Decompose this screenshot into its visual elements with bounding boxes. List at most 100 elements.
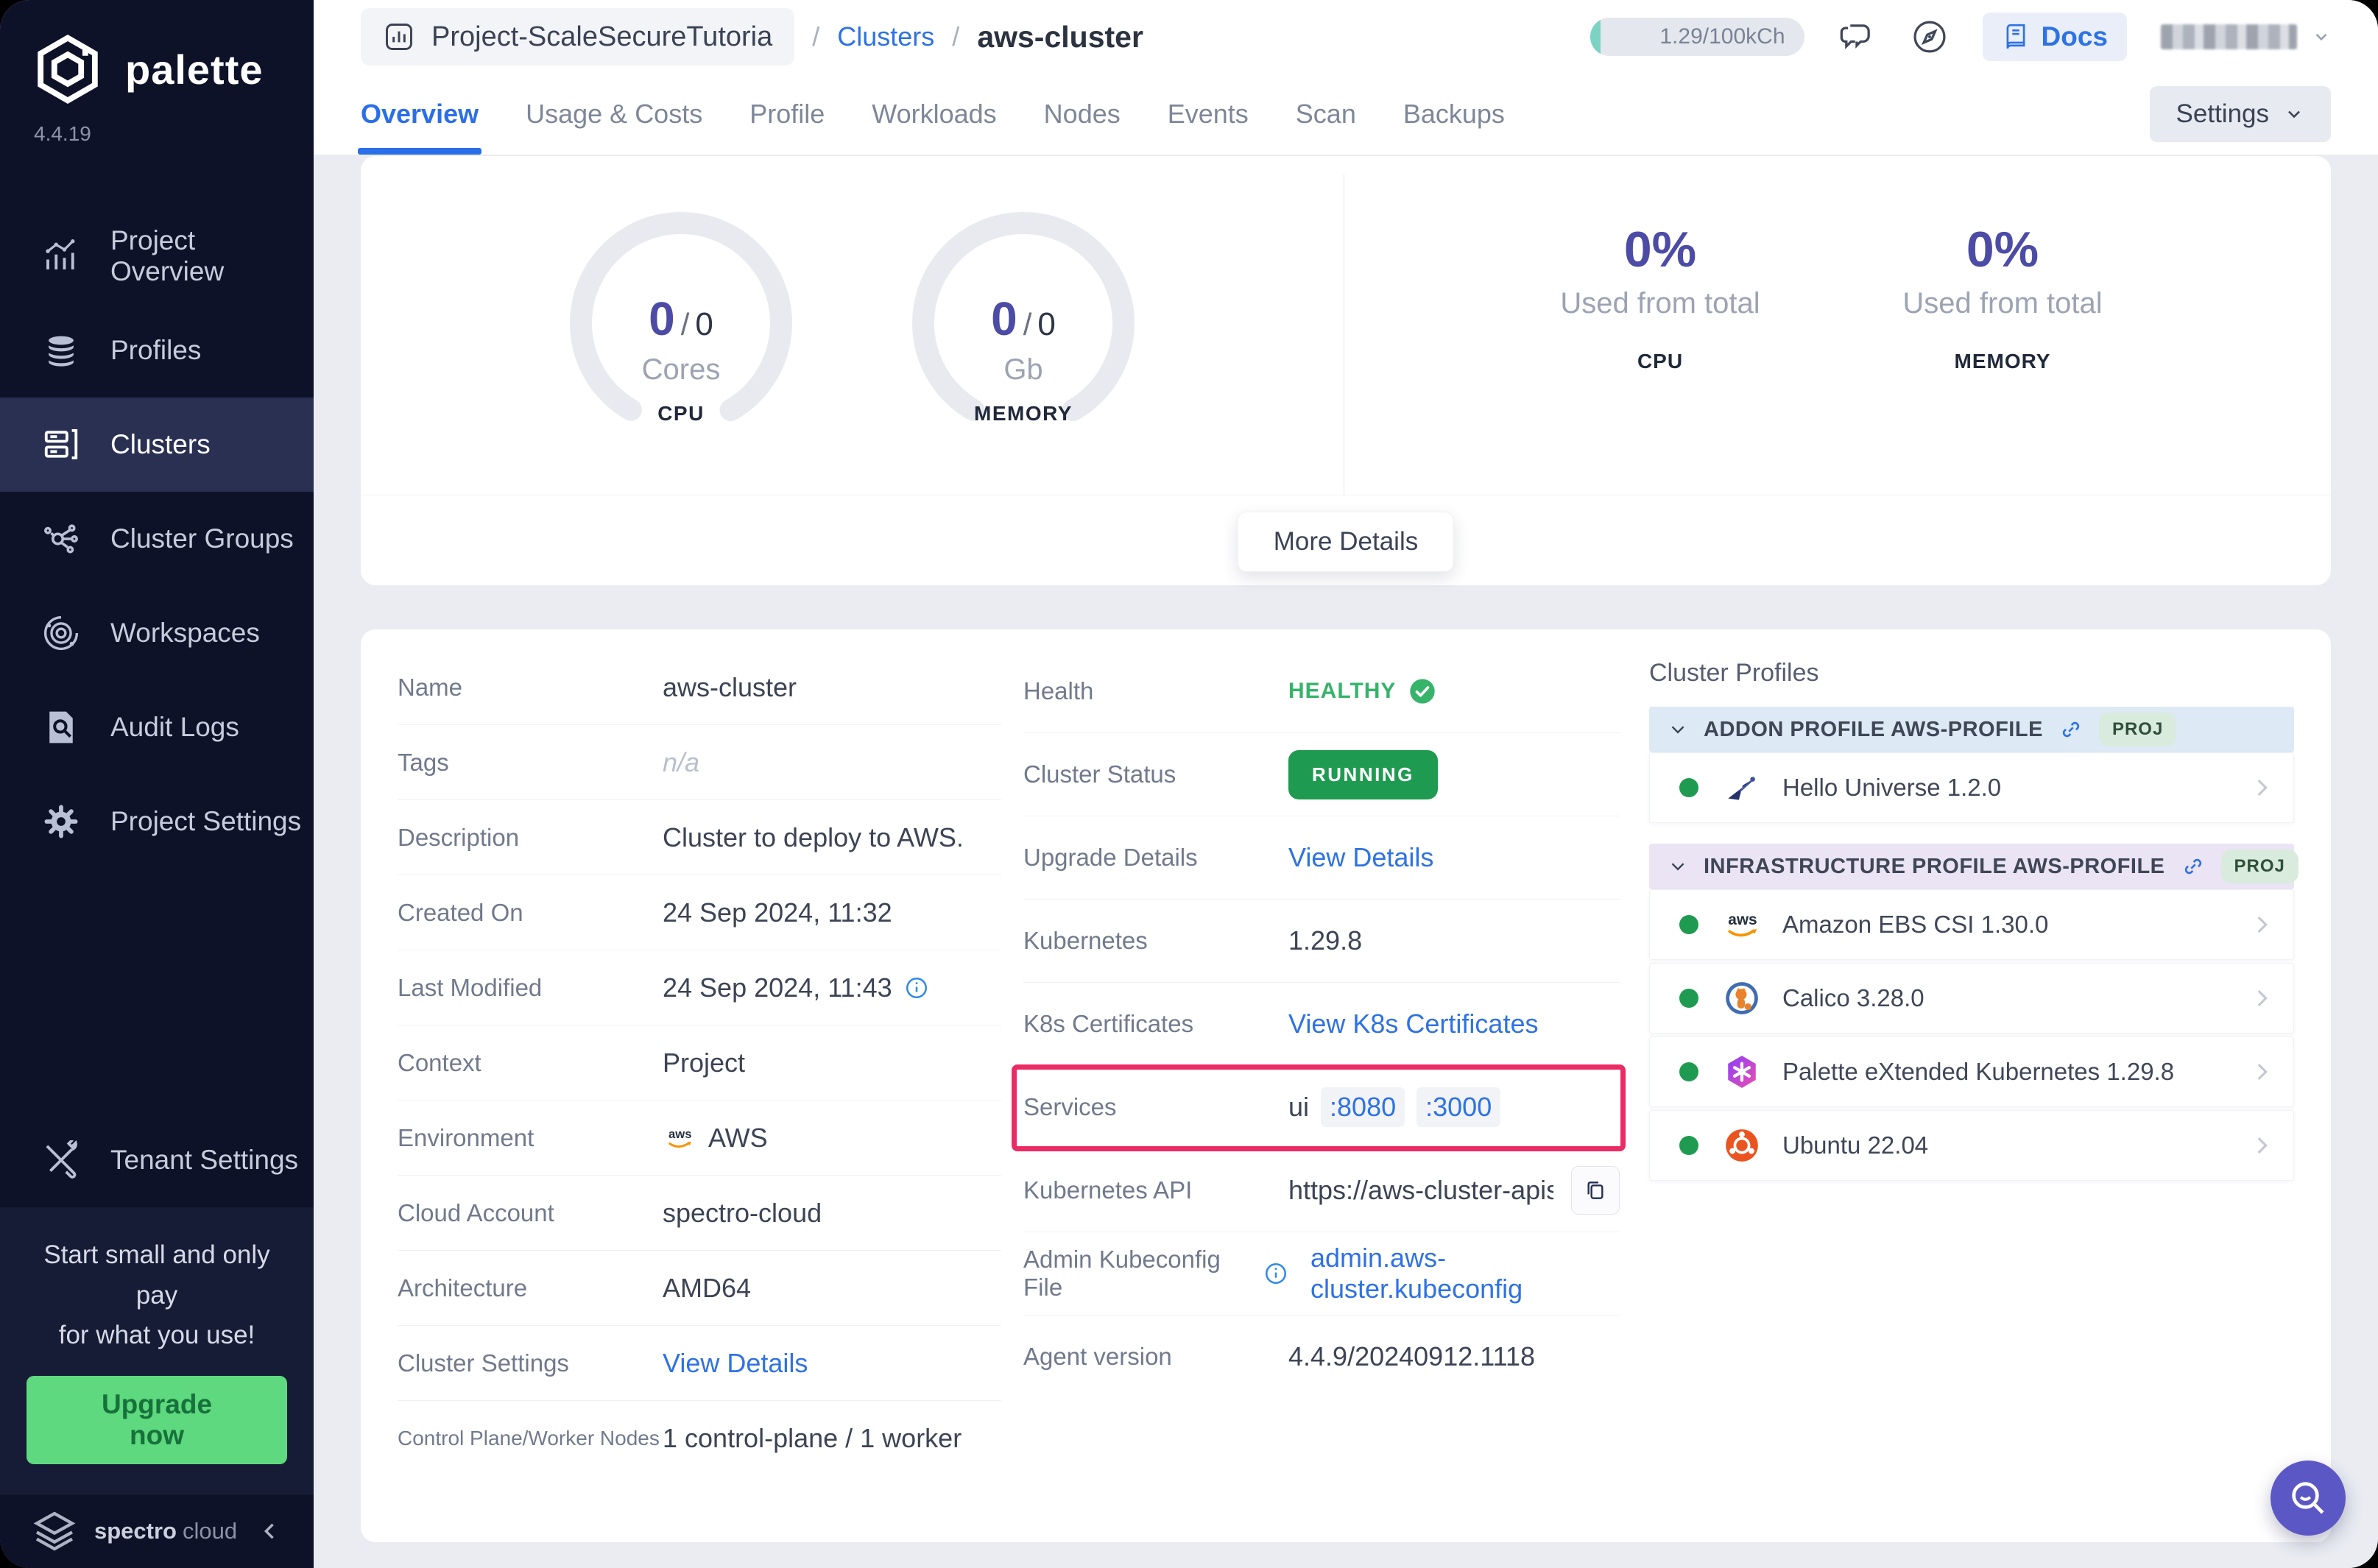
chat-icon[interactable] (1838, 18, 1877, 56)
cluster-settings-view-details-link[interactable]: View Details (663, 1348, 808, 1379)
sidebar-item-project-settings[interactable]: Project Settings (0, 774, 314, 869)
running-status-badge[interactable]: RUNNING (1288, 749, 1438, 799)
upgrade-promo: Start small and only pay for what you us… (0, 1207, 314, 1494)
sidebar-item-clusters[interactable]: Clusters (0, 398, 314, 492)
app-version: 4.4.19 (34, 122, 91, 145)
cpu-gauge: 0/0 Cores CPU (567, 209, 795, 459)
detail-row-kubernetes-api: Kubernetes API https://aws-cluster-apise… (1023, 1149, 1620, 1232)
detail-row-k8s-certificates: K8s Certificates View K8s Certificates (1023, 983, 1620, 1066)
docs-label: Docs (2041, 21, 2108, 52)
detail-row-services: Services ui :8080 :3000 (1012, 1064, 1626, 1151)
info-icon[interactable] (904, 975, 929, 1000)
ubuntu-icon (1726, 1129, 1758, 1162)
service-port-8080-link[interactable]: :8080 (1321, 1087, 1405, 1127)
sidebar-item-label: Cluster Groups (110, 523, 294, 554)
breadcrumb-clusters-link[interactable]: Clusters (837, 21, 934, 52)
info-icon[interactable] (1263, 1261, 1288, 1286)
upgrade-now-button[interactable]: Upgrade now (27, 1376, 287, 1464)
cpu-usage-metric: 0% Used from total CPU (1491, 221, 1830, 373)
profile-item-palette-extended-kubernetes[interactable]: Palette eXtended Kubernetes 1.29.8 (1649, 1036, 2294, 1107)
profile-item-amazon-ebs-csi[interactable]: aws Amazon EBS CSI 1.30.0 (1649, 889, 2294, 960)
sidebar-item-project-overview[interactable]: Project Overview (0, 209, 314, 303)
detail-row-nodes: Control Plane/Worker Nodes 1 control-pla… (398, 1422, 962, 1453)
sidebar: palette 4.4.19 Project Overview Profiles… (0, 0, 314, 1568)
metrics-card: 0/0 Cores CPU 0/0 Gb MEMORY 0% Used from… (361, 156, 2331, 585)
sidebar-item-cluster-groups[interactable]: Cluster Groups (0, 492, 314, 586)
tab-workloads[interactable]: Workloads (872, 74, 996, 155)
servers-icon (44, 428, 78, 459)
settings-label: Settings (2176, 99, 2269, 128)
chevron-down-icon (1671, 726, 1684, 734)
addon-profile-header[interactable]: ADDON PROFILE AWS-PROFILE PROJ (1649, 707, 2294, 752)
sidebar-footer: spectro cloud (0, 1494, 314, 1568)
detail-row-environment: Environment aws AWS (398, 1101, 1001, 1176)
details-middle-column: Health HEALTHY Cluster Status RUNNING Up… (1012, 650, 1626, 1542)
breadcrumb-project-pill[interactable]: Project-ScaleSecureTutoria (361, 8, 795, 66)
cpu-gauge-unit: Cores (641, 353, 721, 386)
kubeconfig-download-link[interactable]: admin.aws-cluster.kubeconfig (1310, 1243, 1620, 1304)
service-port-3000-link[interactable]: :3000 (1416, 1087, 1501, 1127)
chevron-down-icon (2288, 110, 2300, 119)
status-dot (1679, 1062, 1698, 1081)
status-dot (1679, 1136, 1698, 1155)
audit-log-icon (49, 711, 73, 744)
detail-row-created-on: Created On 24 Sep 2024, 11:32 (398, 875, 1001, 950)
tab-scan[interactable]: Scan (1296, 74, 1356, 155)
tab-usage-costs[interactable]: Usage & Costs (526, 74, 702, 155)
tab-nodes[interactable]: Nodes (1044, 74, 1121, 155)
sidebar-item-profiles[interactable]: Profiles (0, 303, 314, 398)
sidebar-item-label: Clusters (110, 429, 211, 459)
breadcrumb-separator: / (812, 21, 820, 52)
status-dot (1679, 989, 1698, 1008)
promo-text: Start small and only pay for what you us… (43, 1240, 270, 1349)
chevron-down-icon (2315, 33, 2327, 41)
sidebar-item-tenant-settings[interactable]: Tenant Settings (0, 1113, 314, 1207)
help-search-fab[interactable] (2271, 1461, 2346, 1536)
top-header: Project-ScaleSecureTutoria / Clusters / … (314, 0, 2378, 74)
project-chart-icon (386, 24, 412, 50)
sidebar-item-workspaces[interactable]: Workspaces (0, 586, 314, 680)
detail-row-agent-version: Agent version 4.4.9/20240912.1118 (1023, 1341, 1535, 1371)
infrastructure-profile-header[interactable]: INFRASTRUCTURE PROFILE AWS-PROFILE PROJ (1649, 844, 2298, 889)
brand-name: palette (125, 46, 264, 93)
detail-row-cloud-account: Cloud Account spectro-cloud (398, 1176, 1001, 1251)
aws-logo-icon: aws (1728, 911, 1757, 937)
tab-events[interactable]: Events (1168, 74, 1249, 155)
cluster-profiles-title: Cluster Profiles (1649, 659, 1819, 687)
upgrade-view-details-link[interactable]: View Details (1288, 842, 1433, 873)
settings-dropdown-button[interactable]: Settings (2149, 86, 2331, 142)
account-menu[interactable] (2161, 24, 2331, 49)
docs-button[interactable]: Docs (1982, 13, 2127, 61)
copy-api-url-button[interactable] (1571, 1166, 1620, 1215)
cpu-gauge-label: CPU (657, 402, 705, 425)
app-window: palette 4.4.19 Project Overview Profiles… (0, 0, 2378, 1568)
profile-item-hello-universe[interactable]: Hello Universe 1.2.0 (1649, 752, 2294, 823)
profile-item-calico[interactable]: Calico 3.28.0 (1649, 963, 2294, 1034)
pxk-icon (1728, 1056, 1756, 1088)
tab-profile[interactable]: Profile (749, 74, 825, 155)
more-details-button[interactable]: More Details (1237, 512, 1455, 572)
usage-quota-badge[interactable]: 1.29/100kCh (1590, 18, 1804, 56)
detail-row-admin-kubeconfig: Admin Kubeconfig File admin.aws-cluster.… (1023, 1232, 1620, 1316)
orbit-icon (43, 615, 79, 651)
compass-icon[interactable] (1910, 18, 1949, 56)
layers-db-icon (49, 336, 74, 367)
cpu-usage-label: CPU (1637, 350, 1684, 372)
hello-universe-icon (1728, 777, 1755, 800)
tab-backups[interactable]: Backups (1403, 74, 1505, 155)
project-scope-badge: PROJ (2220, 850, 2298, 883)
profile-item-ubuntu[interactable]: Ubuntu 22.04 (1649, 1110, 2294, 1181)
aws-logo-icon: aws (668, 1127, 691, 1148)
link-icon[interactable] (2059, 718, 2083, 741)
palette-logo-icon (38, 35, 98, 104)
sidebar-item-audit-logs[interactable]: Audit Logs (0, 680, 314, 774)
tab-overview[interactable]: Overview (357, 74, 482, 155)
chevron-right-icon (2257, 989, 2268, 1007)
link-icon[interactable] (2181, 855, 2205, 878)
detail-row-context: Context Project (398, 1025, 1001, 1101)
collapse-sidebar-icon[interactable] (258, 1519, 283, 1544)
view-k8s-certificates-link[interactable]: View K8s Certificates (1288, 1009, 1538, 1039)
main-area: Project-ScaleSecureTutoria / Clusters / … (314, 0, 2378, 1568)
service-name: ui (1288, 1092, 1310, 1122)
copy-icon (1587, 1182, 1603, 1199)
